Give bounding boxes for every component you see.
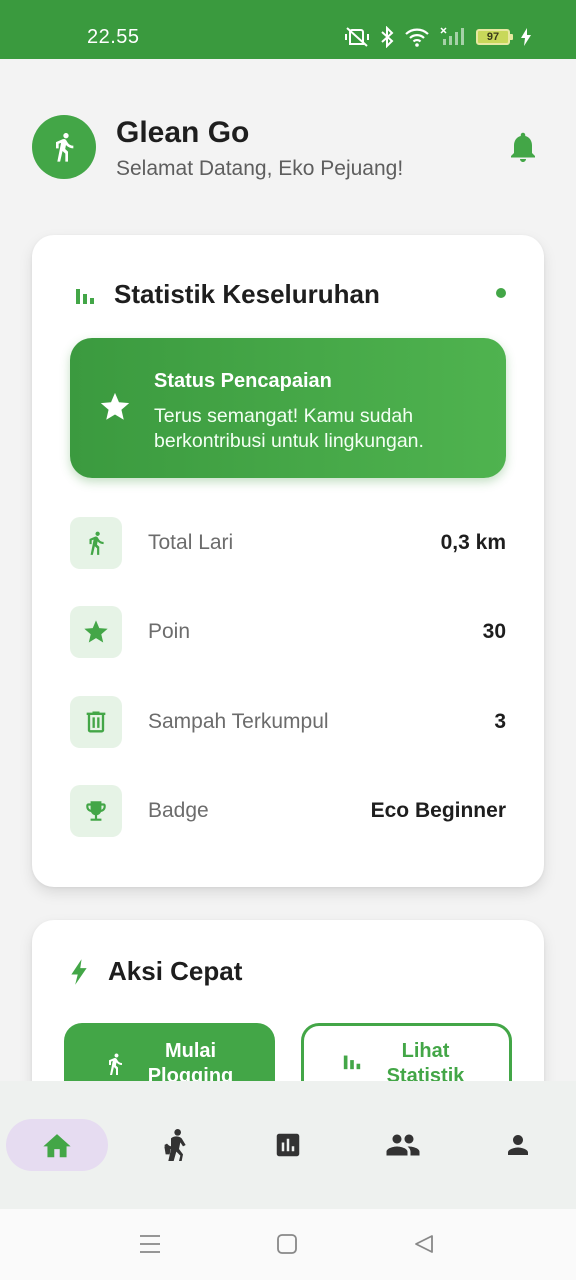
plogging-icon — [164, 1129, 186, 1161]
overall-stats-card: Statistik Keseluruhan Status Pencapaian … — [32, 235, 544, 887]
mute-vibrate-icon — [344, 26, 370, 48]
home-icon — [43, 1134, 71, 1158]
stat-label: Badge — [148, 799, 209, 822]
bluetooth-icon — [380, 26, 394, 48]
nav-profile[interactable] — [467, 1119, 569, 1171]
back-button[interactable] — [413, 1233, 435, 1260]
star-icon — [100, 392, 130, 420]
stats-icon — [276, 1133, 300, 1157]
square-icon — [277, 1234, 297, 1254]
signal-icon — [440, 27, 466, 47]
stat-value: Eco Beginner — [370, 799, 506, 822]
runner-icon — [56, 133, 74, 162]
trophy-icon — [70, 785, 122, 837]
app-title: Glean Go — [116, 116, 250, 149]
charging-icon — [520, 27, 532, 47]
actions-card-header: Aksi Cepat — [70, 956, 242, 987]
live-indicator-dot — [496, 288, 506, 298]
bar-chart-icon — [343, 1055, 360, 1070]
achievement-text: Terus semangat! Kamu sudah berkontribusi… — [154, 405, 424, 452]
back-triangle-icon — [415, 1235, 433, 1253]
runner-icon — [108, 1053, 122, 1075]
battery-icon: 97 — [476, 29, 513, 45]
nav-home[interactable] — [6, 1119, 108, 1171]
welcome-text: Selamat Datang, Eko Pejuang! — [116, 157, 404, 180]
nav-stats[interactable] — [237, 1119, 339, 1171]
runner-icon — [70, 517, 122, 569]
stats-card-title: Statistik Keseluruhan — [114, 279, 380, 309]
achievement-banner: Status Pencapaian Terus semangat! Kamu s… — [70, 338, 506, 478]
nav-community[interactable] — [352, 1119, 454, 1171]
lightning-icon — [71, 958, 87, 985]
stat-value: 30 — [482, 620, 506, 643]
stat-row-trash-collected: Sampah Terkumpul 3 — [70, 696, 506, 748]
bottom-navigation — [0, 1081, 576, 1209]
status-bar: 22.55 97 — [0, 0, 576, 59]
wifi-icon — [404, 27, 430, 47]
recents-button[interactable] — [138, 1233, 162, 1260]
stat-value: 3 — [494, 710, 506, 733]
stat-row-badge: Badge Eco Beginner — [70, 785, 506, 837]
actions-card-title: Aksi Cepat — [108, 956, 243, 986]
stat-label: Total Lari — [148, 531, 234, 554]
stat-row-total-run: Total Lari 0,3 km — [70, 517, 506, 569]
star-icon — [70, 606, 122, 658]
stat-value: 0,3 km — [440, 531, 506, 554]
profile-icon — [508, 1135, 528, 1155]
status-time: 22.55 — [87, 26, 140, 48]
achievement-title: Status Pencapaian — [154, 370, 332, 392]
stats-card-header: Statistik Keseluruhan — [74, 279, 380, 310]
app-logo — [32, 115, 96, 179]
trash-icon — [70, 696, 122, 748]
home-button[interactable] — [276, 1233, 298, 1260]
status-icons: 97 — [344, 25, 532, 49]
stat-row-points: Poin 30 — [70, 606, 506, 658]
menu-icon — [140, 1235, 160, 1253]
bell-icon — [511, 132, 535, 162]
system-navigation-bar — [0, 1209, 576, 1280]
stat-label: Sampah Terkumpul — [148, 710, 329, 733]
nav-plogging[interactable] — [124, 1119, 226, 1171]
community-icon — [386, 1134, 420, 1156]
stat-label: Poin — [148, 620, 191, 643]
app-header: Glean Go Selamat Datang, Eko Pejuang! — [32, 114, 544, 180]
bar-chart-icon — [76, 288, 94, 304]
notification-button[interactable] — [505, 128, 541, 171]
